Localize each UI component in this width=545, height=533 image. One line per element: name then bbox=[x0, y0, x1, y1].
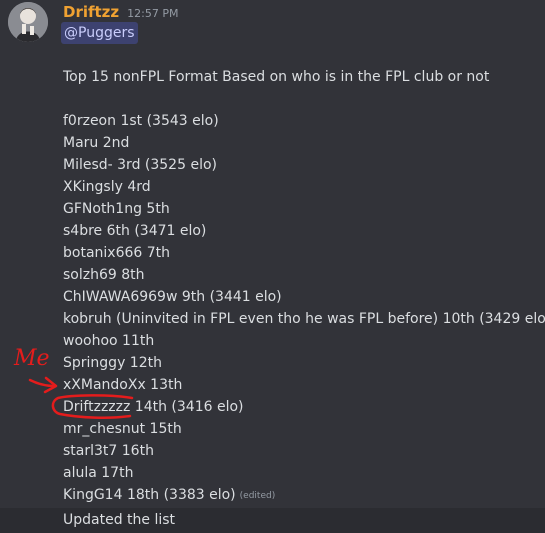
annotation-arrow-head bbox=[43, 376, 58, 394]
message-heading: Top 15 nonFPL Format Based on who is in … bbox=[63, 69, 490, 85]
next-message-text: Updated the list bbox=[63, 512, 176, 528]
list-item: mr_chesnut 15th bbox=[63, 421, 182, 437]
list-item: starl3t7 16th bbox=[63, 443, 154, 459]
message-timestamp[interactable]: 12:57 PM bbox=[127, 4, 178, 24]
edited-label: (edited) bbox=[239, 491, 276, 501]
list-item: ChIWAWA6969w 9th (3441 elo) bbox=[63, 289, 282, 305]
list-item: f0rzeon 1st (3543 elo) bbox=[63, 113, 219, 129]
list-item: XKingsly 4rd bbox=[63, 179, 151, 195]
list-item: xXMandoXx 13th bbox=[63, 377, 183, 393]
list-item: botanix666 7th bbox=[63, 245, 171, 261]
author-name[interactable]: Driftzz bbox=[63, 2, 119, 22]
list-item-text: KingG14 18th (3383 elo) bbox=[63, 487, 236, 503]
list-item: kobruh (Uninvited in FPL even tho he was… bbox=[63, 311, 545, 327]
list-item: Milesd- 3rd (3525 elo) bbox=[63, 157, 217, 173]
annotation-me-text: Me bbox=[13, 346, 50, 371]
list-item: s4bre 6th (3471 elo) bbox=[63, 223, 207, 239]
annotation-arrow bbox=[28, 378, 56, 388]
list-item: Maru 2nd bbox=[63, 135, 130, 151]
chat-message: Driftzz 12:57 PM @Puggers Top 15 nonFPL … bbox=[0, 0, 545, 508]
message-header: Driftzz 12:57 PM bbox=[63, 2, 178, 22]
list-item: woohoo 11th bbox=[63, 333, 155, 349]
list-item: Driftzzzzz 14th (3416 elo) bbox=[63, 399, 244, 415]
avatar[interactable] bbox=[8, 2, 48, 42]
list-item: alula 17th bbox=[63, 465, 134, 481]
list-item: solzh69 8th bbox=[63, 267, 145, 283]
next-chat-message: Updated the list bbox=[0, 508, 545, 533]
user-mention[interactable]: @Puggers bbox=[61, 22, 138, 44]
list-item-last: KingG14 18th (3383 elo) (edited) bbox=[63, 484, 545, 506]
avatar-image bbox=[8, 2, 48, 42]
list-item: Springgy 12th bbox=[63, 355, 162, 371]
message-content: Top 15 nonFPL Format Based on who is in … bbox=[63, 66, 545, 506]
list-item: GFNoth1ng 5th bbox=[63, 201, 170, 217]
